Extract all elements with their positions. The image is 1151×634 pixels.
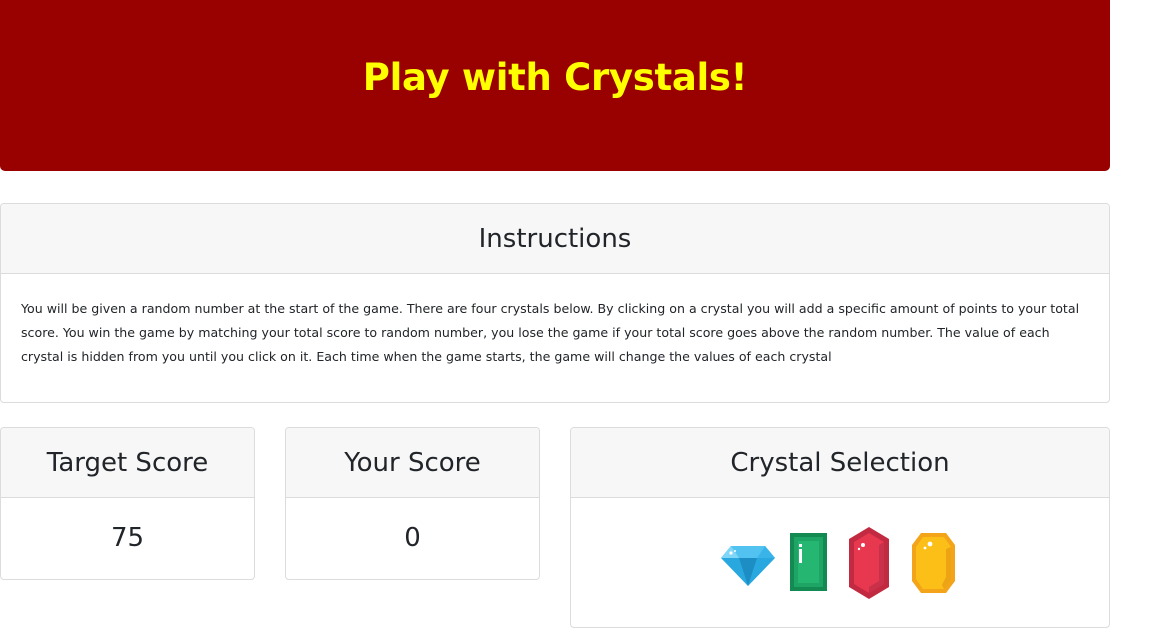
crystal-selection-title: Crystal Selection xyxy=(571,428,1109,498)
green-emerald-icon xyxy=(790,533,827,591)
target-score-value: 75 xyxy=(110,523,145,553)
instructions-title: Instructions xyxy=(1,204,1109,274)
your-score-title: Your Score xyxy=(286,428,539,498)
yellow-topaz-icon xyxy=(912,533,955,593)
yellow-topaz-crystal-button[interactable] xyxy=(912,533,955,593)
your-score-card: Your Score 0 xyxy=(285,427,540,580)
crystal-selection-card: Crystal Selection xyxy=(570,427,1110,628)
red-ruby-icon xyxy=(849,527,889,599)
crystal-list xyxy=(571,498,1109,627)
your-score-value: 0 xyxy=(404,523,421,553)
instructions-card: Instructions You will be given a random … xyxy=(0,203,1110,403)
blue-diamond-icon xyxy=(721,546,775,586)
red-ruby-crystal-button[interactable] xyxy=(849,527,889,599)
instructions-text: You will be given a random number at the… xyxy=(21,301,1080,364)
header-banner: Play with Crystals! xyxy=(0,0,1110,171)
target-score-title: Target Score xyxy=(1,428,254,498)
blue-diamond-crystal-button[interactable] xyxy=(721,546,775,586)
target-score-card: Target Score 75 xyxy=(0,427,255,580)
green-emerald-crystal-button[interactable] xyxy=(790,533,827,591)
page-title: Play with Crystals! xyxy=(362,55,748,99)
